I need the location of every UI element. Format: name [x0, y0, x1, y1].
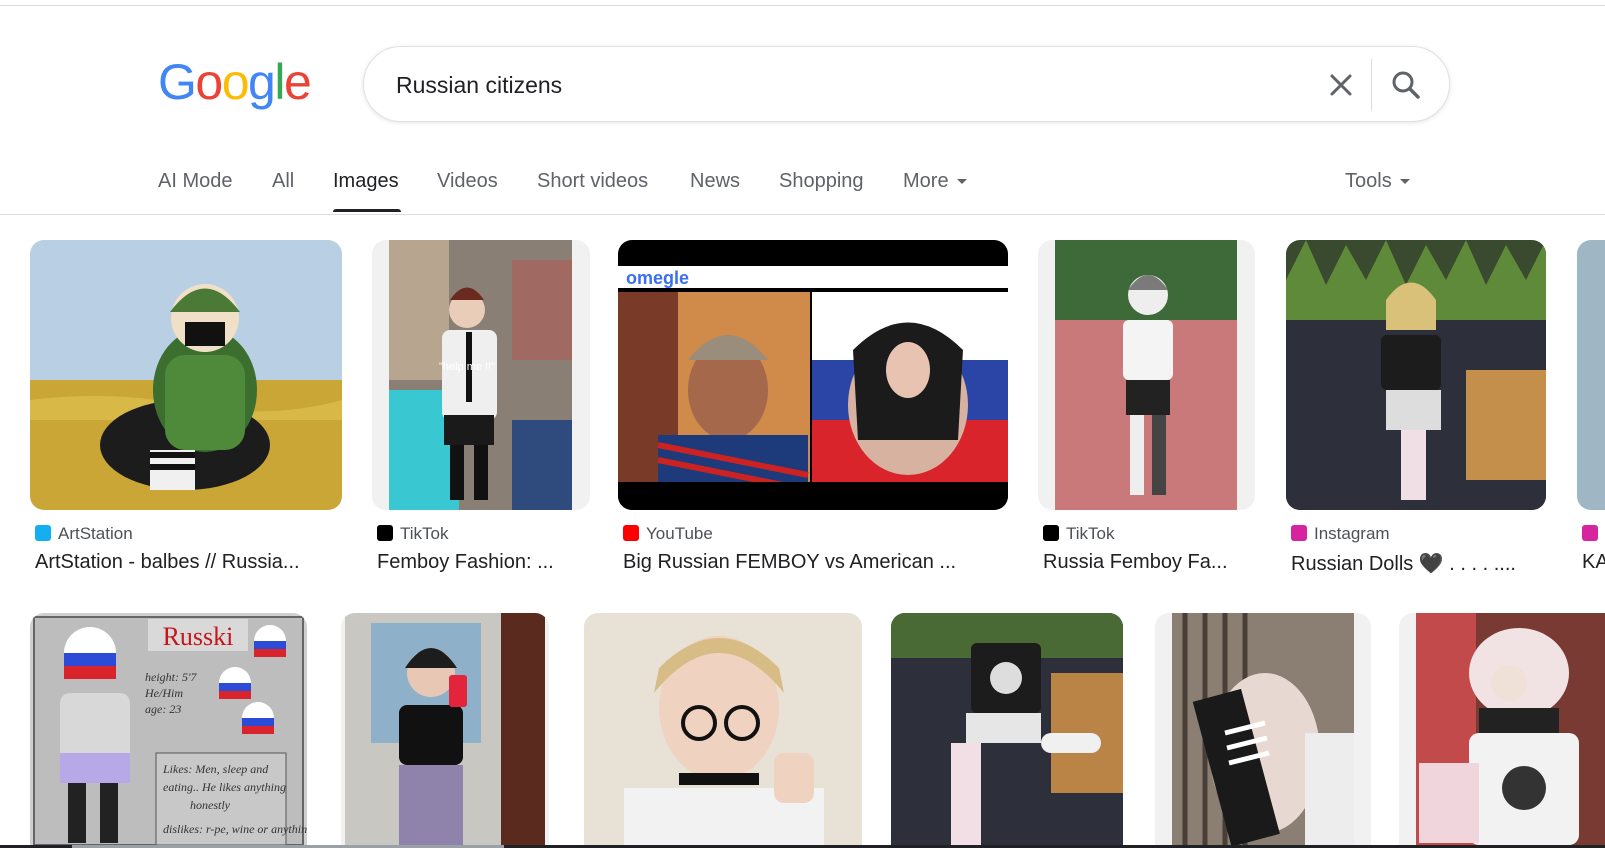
- omegle-overlay: omegle: [626, 268, 689, 288]
- result-thumbnail[interactable]: [1286, 240, 1546, 510]
- tab-ai-mode[interactable]: AI Mode: [158, 170, 232, 193]
- result-source-name: TikTok: [400, 524, 449, 543]
- logo-letter: o: [195, 54, 223, 110]
- tiktok-icon: [377, 525, 393, 541]
- tiktok-icon: [1043, 525, 1059, 541]
- image-result-6[interactable]: KA: [1577, 240, 1605, 580]
- result-title[interactable]: Russian Dolls 🖤 . . . . ....: [1291, 551, 1541, 576]
- search-separator: [1371, 59, 1372, 111]
- result-thumbnail[interactable]: Russki height: 5'7 He/Him age: 23 Likes:…: [30, 613, 307, 845]
- image-result-11[interactable]: [1155, 613, 1371, 845]
- result-source: Instagram: [1291, 524, 1390, 544]
- result-thumbnail[interactable]: [341, 613, 549, 845]
- image-result-2[interactable]: "help me !!" TikTok Femboy Fashion: ...: [372, 240, 590, 580]
- result-source: ArtStation: [35, 524, 133, 544]
- active-tab-indicator: [333, 209, 401, 212]
- instagram-icon: [1582, 525, 1598, 541]
- tab-more[interactable]: More: [903, 170, 967, 193]
- tab-more-label: More: [903, 170, 949, 192]
- tab-news[interactable]: News: [690, 170, 740, 193]
- result-title[interactable]: Big Russian FEMBOY vs American ...: [623, 551, 998, 574]
- tab-images[interactable]: Images: [333, 170, 399, 193]
- image-result-5[interactable]: Instagram Russian Dolls 🖤 . . . . ....: [1286, 240, 1546, 580]
- result-thumbnail[interactable]: [891, 613, 1123, 845]
- chevron-down-icon: [956, 179, 967, 185]
- result-thumbnail[interactable]: "help me !!": [372, 240, 590, 510]
- tab-shopping[interactable]: Shopping: [779, 170, 864, 193]
- image-result-8[interactable]: [341, 613, 549, 845]
- result-source: [1582, 524, 1605, 544]
- image-result-12[interactable]: [1399, 613, 1605, 845]
- card-line: height: 5'7: [145, 670, 198, 684]
- card-line: eating.. He likes anything: [163, 780, 286, 794]
- result-thumbnail[interactable]: [1038, 240, 1255, 510]
- logo-letter: g: [248, 54, 276, 110]
- logo-letter: e: [283, 54, 312, 110]
- result-thumbnail[interactable]: [1399, 613, 1605, 845]
- card-line: dislikes: r-pe, wine or anything: [163, 822, 307, 836]
- svg-text:"help me !!": "help me !!": [439, 361, 495, 373]
- tab-all[interactable]: All: [272, 170, 294, 193]
- chevron-down-icon: [1399, 179, 1410, 185]
- result-thumbnail[interactable]: [584, 613, 862, 845]
- card-line: He/Him: [144, 686, 183, 700]
- search-bar: [363, 46, 1450, 122]
- logo-letter: o: [221, 54, 250, 110]
- result-source-name: Instagram: [1314, 524, 1390, 543]
- image-result-10[interactable]: [891, 613, 1123, 845]
- card-heading: Russki: [163, 622, 234, 651]
- search-icon[interactable]: [1384, 63, 1428, 107]
- card-line: Likes: Men, sleep and: [162, 762, 269, 776]
- tab-short-videos[interactable]: Short videos: [537, 170, 648, 193]
- result-source-name: ArtStation: [58, 524, 133, 543]
- result-title[interactable]: ArtStation - balbes // Russia...: [35, 551, 335, 574]
- image-result-4[interactable]: TikTok Russia Femboy Fa...: [1038, 240, 1255, 580]
- result-source: TikTok: [1043, 524, 1115, 544]
- image-result-3[interactable]: omegle YouTube Big Russian FEMBOY vs Ame…: [618, 240, 1008, 580]
- image-result-9[interactable]: [584, 613, 862, 845]
- instagram-icon: [1291, 525, 1307, 541]
- result-source-name: YouTube: [646, 524, 713, 543]
- image-result-1[interactable]: ArtStation ArtStation - balbes // Russia…: [30, 240, 342, 580]
- artstation-icon: [35, 525, 51, 541]
- result-source: YouTube: [623, 524, 713, 544]
- card-line: honestly: [190, 798, 231, 812]
- result-title[interactable]: Russia Femboy Fa...: [1043, 551, 1248, 574]
- result-title[interactable]: Femboy Fashion: ...: [377, 551, 577, 574]
- result-thumbnail[interactable]: [1577, 240, 1605, 510]
- google-logo[interactable]: Google: [158, 52, 312, 112]
- tools-button[interactable]: Tools: [1345, 170, 1410, 193]
- top-border: [0, 5, 1605, 6]
- result-title[interactable]: KA: [1582, 551, 1605, 574]
- logo-letter: l: [274, 54, 285, 110]
- result-source: TikTok: [377, 524, 449, 544]
- tab-videos[interactable]: Videos: [437, 170, 498, 193]
- result-thumbnail[interactable]: [30, 240, 342, 510]
- clear-icon[interactable]: [1321, 65, 1361, 105]
- search-input[interactable]: [394, 65, 1298, 105]
- result-source-name: TikTok: [1066, 524, 1115, 543]
- result-thumbnail[interactable]: [1155, 613, 1371, 845]
- image-result-7[interactable]: Russki height: 5'7 He/Him age: 23 Likes:…: [30, 613, 307, 845]
- logo-letter: G: [158, 54, 197, 110]
- youtube-icon: [623, 525, 639, 541]
- tabs-divider: [0, 214, 1605, 215]
- search-tabs: AI Mode All Images Videos Short videos N…: [0, 160, 1605, 214]
- card-line: age: 23: [145, 702, 181, 716]
- result-thumbnail[interactable]: omegle: [618, 240, 1008, 510]
- tools-label: Tools: [1345, 170, 1392, 192]
